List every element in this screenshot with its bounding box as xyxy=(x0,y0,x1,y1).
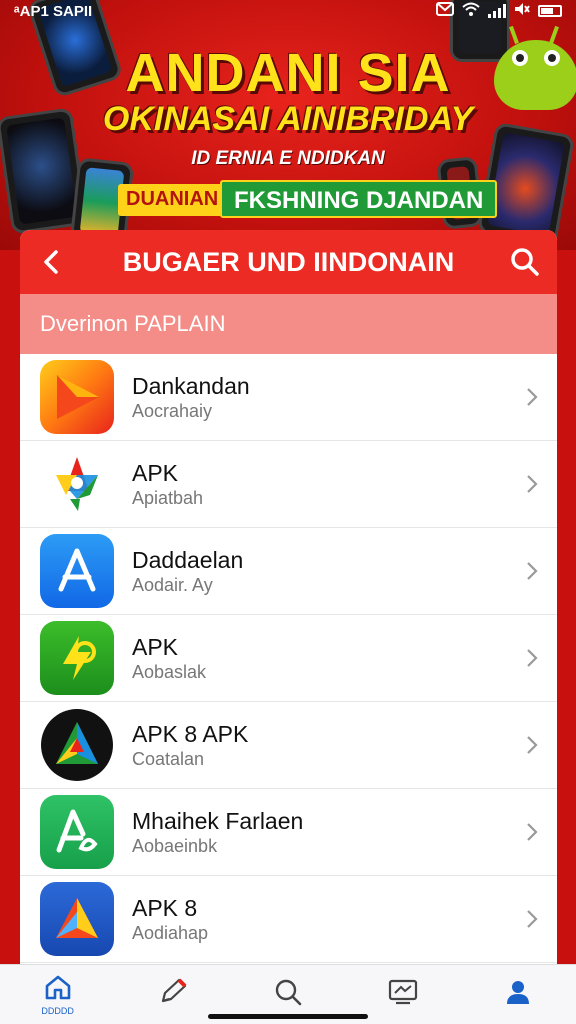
signal-icon xyxy=(488,4,506,18)
app-list-card: BUGAER UND IINDONAIN Dverinon PAPLAIN Da… xyxy=(20,230,557,970)
dark-circle-triangle-icon xyxy=(40,708,114,782)
list-item[interactable]: APK Apiatbah xyxy=(20,441,557,528)
list-item[interactable]: APK 8 APK Coatalan xyxy=(20,702,557,789)
list-item[interactable]: Dankandan Aocrahaiy xyxy=(20,354,557,441)
app-subtitle: Aodiahap xyxy=(132,923,209,943)
section-header-label: Dverinon PAPLAIN xyxy=(40,311,226,336)
banner-title-line1: ANDANI SIA xyxy=(125,43,451,103)
pencil-icon xyxy=(157,977,189,1012)
chevron-right-icon xyxy=(521,385,541,409)
promo-banner: ᵃAP1 SAPII ANDANI SIA OKINASAI AINIBRIDA… xyxy=(0,0,576,250)
list-item[interactable]: APK 8 Aodiahap xyxy=(20,876,557,963)
home-icon xyxy=(44,974,72,1005)
monitor-icon xyxy=(387,978,419,1011)
section-header: Dverinon PAPLAIN xyxy=(20,294,557,354)
chevron-right-icon xyxy=(521,646,541,670)
search-icon[interactable] xyxy=(507,244,543,280)
search-icon xyxy=(273,977,303,1012)
nav-profile[interactable] xyxy=(488,967,548,1023)
app-store-a-icon xyxy=(40,534,114,608)
banner-tag-yellow: DUANIAN xyxy=(118,184,227,216)
app-title: APK 8 xyxy=(132,895,198,921)
app-subtitle: Aocrahaiy xyxy=(132,401,213,421)
app-title: APK xyxy=(132,634,179,660)
green-lightning-icon xyxy=(40,621,114,695)
notification-icon xyxy=(436,2,454,20)
chevron-right-icon xyxy=(521,472,541,496)
top-app-bar: BUGAER UND IINDONAIN xyxy=(20,230,557,294)
banner-subtitle: ID ERNIA E NDIDKAN xyxy=(191,148,385,169)
red-arrow-play-icon xyxy=(40,360,114,434)
nav-edit[interactable] xyxy=(143,967,203,1023)
nav-downloads[interactable] xyxy=(373,967,433,1023)
chevron-right-icon xyxy=(521,907,541,931)
page-title: BUGAER UND IINDONAIN xyxy=(122,246,455,277)
chevron-right-icon xyxy=(521,559,541,583)
nav-home[interactable]: DDDDD xyxy=(28,967,88,1023)
app-subtitle: Aobaslak xyxy=(132,662,207,682)
list-item[interactable]: Mhaihek Farlaen Aobaeinbk xyxy=(20,789,557,876)
battery-icon xyxy=(538,5,562,17)
app-title: APK xyxy=(132,460,179,486)
colorful-star-icon xyxy=(40,447,114,521)
app-title: Mhaihek Farlaen xyxy=(132,808,304,834)
banner-tag-green: FKSHNING DJANDAN xyxy=(220,180,498,218)
status-bar-left-text: ᵃAP1 SAPII xyxy=(14,2,93,20)
app-title: APK 8 APK xyxy=(132,721,249,747)
list-item[interactable]: Daddaelan Aodair. Ay xyxy=(20,528,557,615)
green-a-icon xyxy=(40,795,114,869)
chevron-right-icon xyxy=(521,820,541,844)
home-indicator xyxy=(208,1014,368,1019)
status-bar: ᵃAP1 SAPII xyxy=(0,0,576,22)
chevron-right-icon xyxy=(521,733,541,757)
nav-home-label: DDDDD xyxy=(41,1005,74,1016)
wifi-icon xyxy=(462,2,480,20)
app-subtitle: Coatalan xyxy=(132,749,205,769)
app-subtitle: Aodair. Ay xyxy=(132,575,213,595)
app-subtitle: Aobaeinbk xyxy=(132,836,218,856)
list-item[interactable]: APK Aobaslak xyxy=(20,615,557,702)
app-title: Daddaelan xyxy=(132,547,244,573)
app-subtitle: Apiatbah xyxy=(132,488,204,508)
status-icons xyxy=(436,2,562,20)
banner-title-line2: OKINASAI AINIBRIDAY xyxy=(102,100,474,138)
app-title: Dankandan xyxy=(132,373,250,399)
back-arrow-icon[interactable] xyxy=(34,244,70,280)
blue-triangle-icon xyxy=(40,882,114,956)
mute-icon xyxy=(514,2,530,20)
profile-icon xyxy=(504,978,532,1011)
